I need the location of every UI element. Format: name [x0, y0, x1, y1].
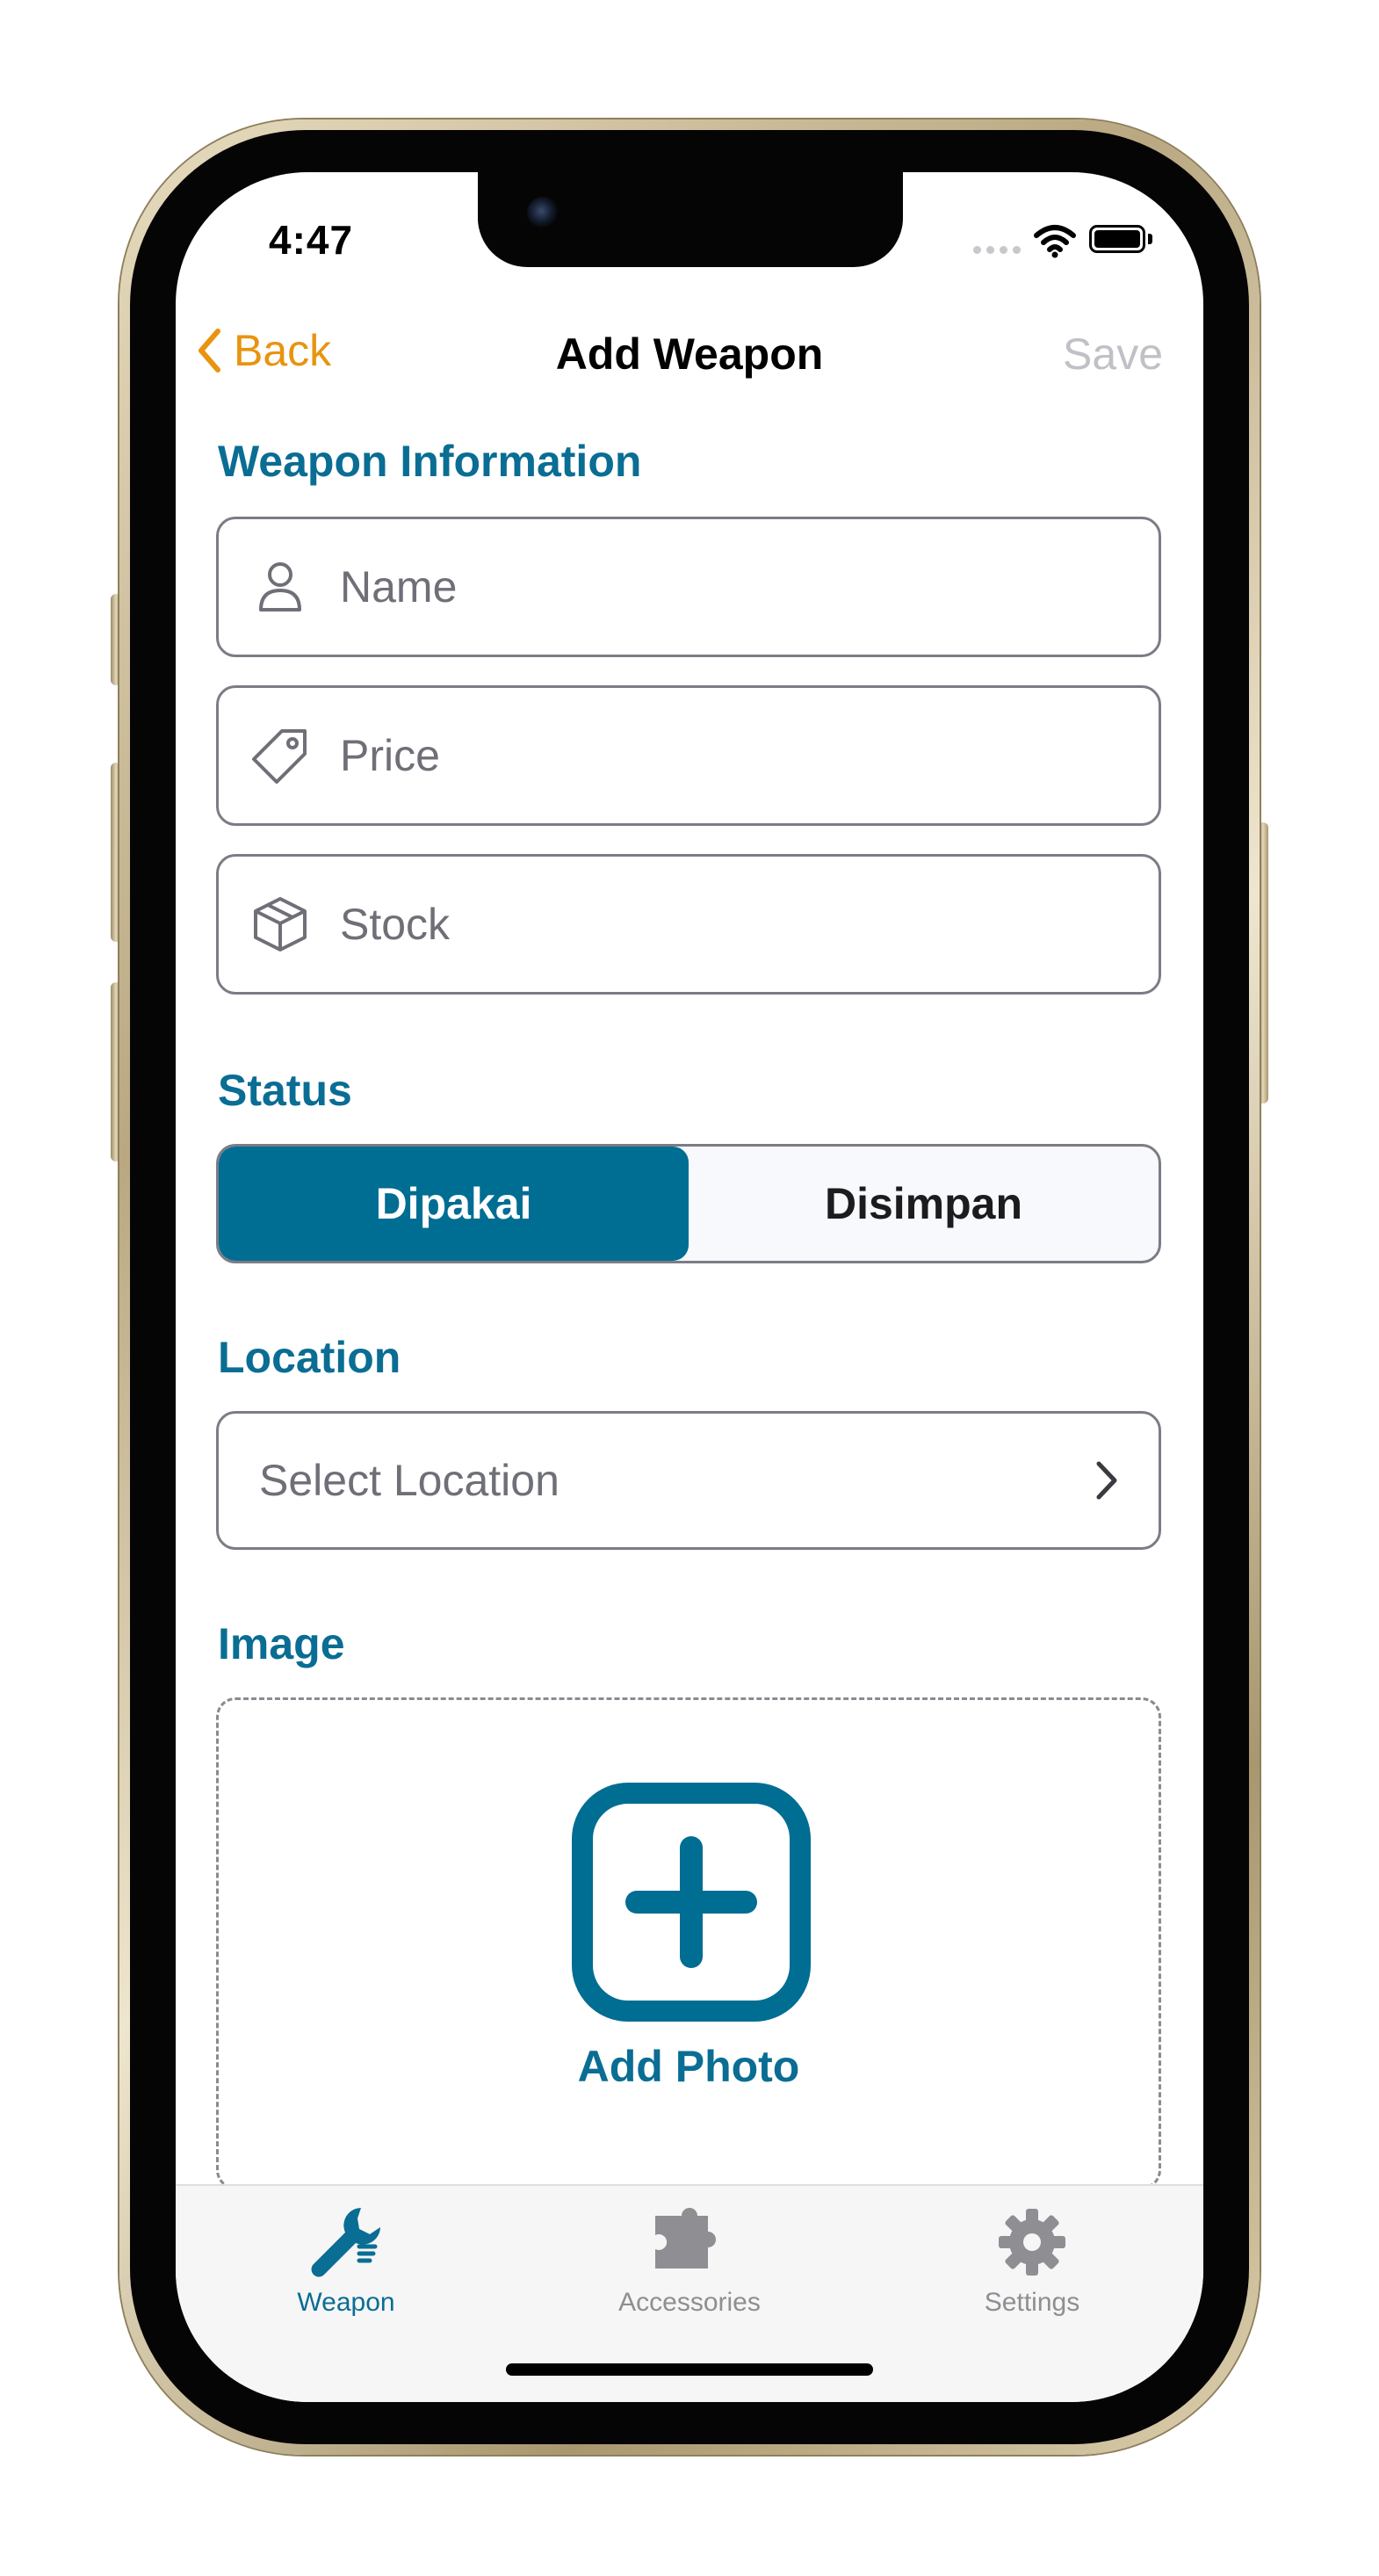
- phone-screen: 4:47 Back Add Weapon Save Weapon Informa…: [176, 172, 1203, 2402]
- tag-icon: [249, 726, 312, 785]
- status-time: 4:47: [269, 217, 354, 263]
- camera-icon: [527, 197, 559, 228]
- person-icon: [249, 561, 312, 613]
- tab-accessories[interactable]: Accessories: [584, 2200, 795, 2318]
- cellular-signal-icon: [973, 246, 1021, 254]
- gear-icon: [927, 2200, 1137, 2284]
- section-location: Location: [218, 1333, 401, 1382]
- section-image: Image: [218, 1619, 345, 1668]
- segment-disimpan[interactable]: Disimpan: [689, 1147, 1159, 1261]
- location-placeholder: Select Location: [259, 1456, 560, 1505]
- battery-icon: [1089, 225, 1145, 253]
- add-photo-label: Add Photo: [577, 2042, 800, 2091]
- save-button[interactable]: Save: [1063, 329, 1163, 380]
- section-weapon-information: Weapon Information: [218, 437, 642, 486]
- page-title: Add Weapon: [555, 329, 824, 379]
- stock-field[interactable]: Stock: [216, 854, 1161, 995]
- tab-weapon-label: Weapon: [297, 2288, 395, 2317]
- price-field[interactable]: Price: [216, 685, 1161, 826]
- add-photo-area[interactable]: Add Photo: [216, 1697, 1161, 2189]
- status-segmented-control[interactable]: Dipakai Disimpan: [216, 1144, 1161, 1263]
- box-icon: [249, 895, 312, 953]
- stock-placeholder: Stock: [340, 900, 451, 949]
- wifi-icon: [1034, 225, 1076, 258]
- section-status: Status: [218, 1066, 352, 1115]
- tab-accessories-label: Accessories: [618, 2288, 761, 2317]
- puzzle-icon: [584, 2200, 795, 2284]
- name-placeholder: Name: [340, 562, 458, 611]
- battery-cap: [1148, 234, 1152, 244]
- home-indicator[interactable]: [506, 2363, 873, 2376]
- tab-settings[interactable]: Settings: [927, 2200, 1137, 2318]
- wrench-icon: [241, 2200, 451, 2284]
- price-placeholder: Price: [340, 731, 440, 780]
- tab-settings-label: Settings: [984, 2288, 1080, 2317]
- location-select[interactable]: Select Location: [216, 1411, 1161, 1550]
- name-field[interactable]: Name: [216, 517, 1161, 657]
- chevron-right-icon: [1095, 1460, 1118, 1501]
- segment-dipakai[interactable]: Dipakai: [219, 1147, 689, 1261]
- notch: [478, 172, 903, 267]
- tab-weapon[interactable]: Weapon: [241, 2200, 451, 2318]
- plus-square-icon: [572, 1783, 811, 2026]
